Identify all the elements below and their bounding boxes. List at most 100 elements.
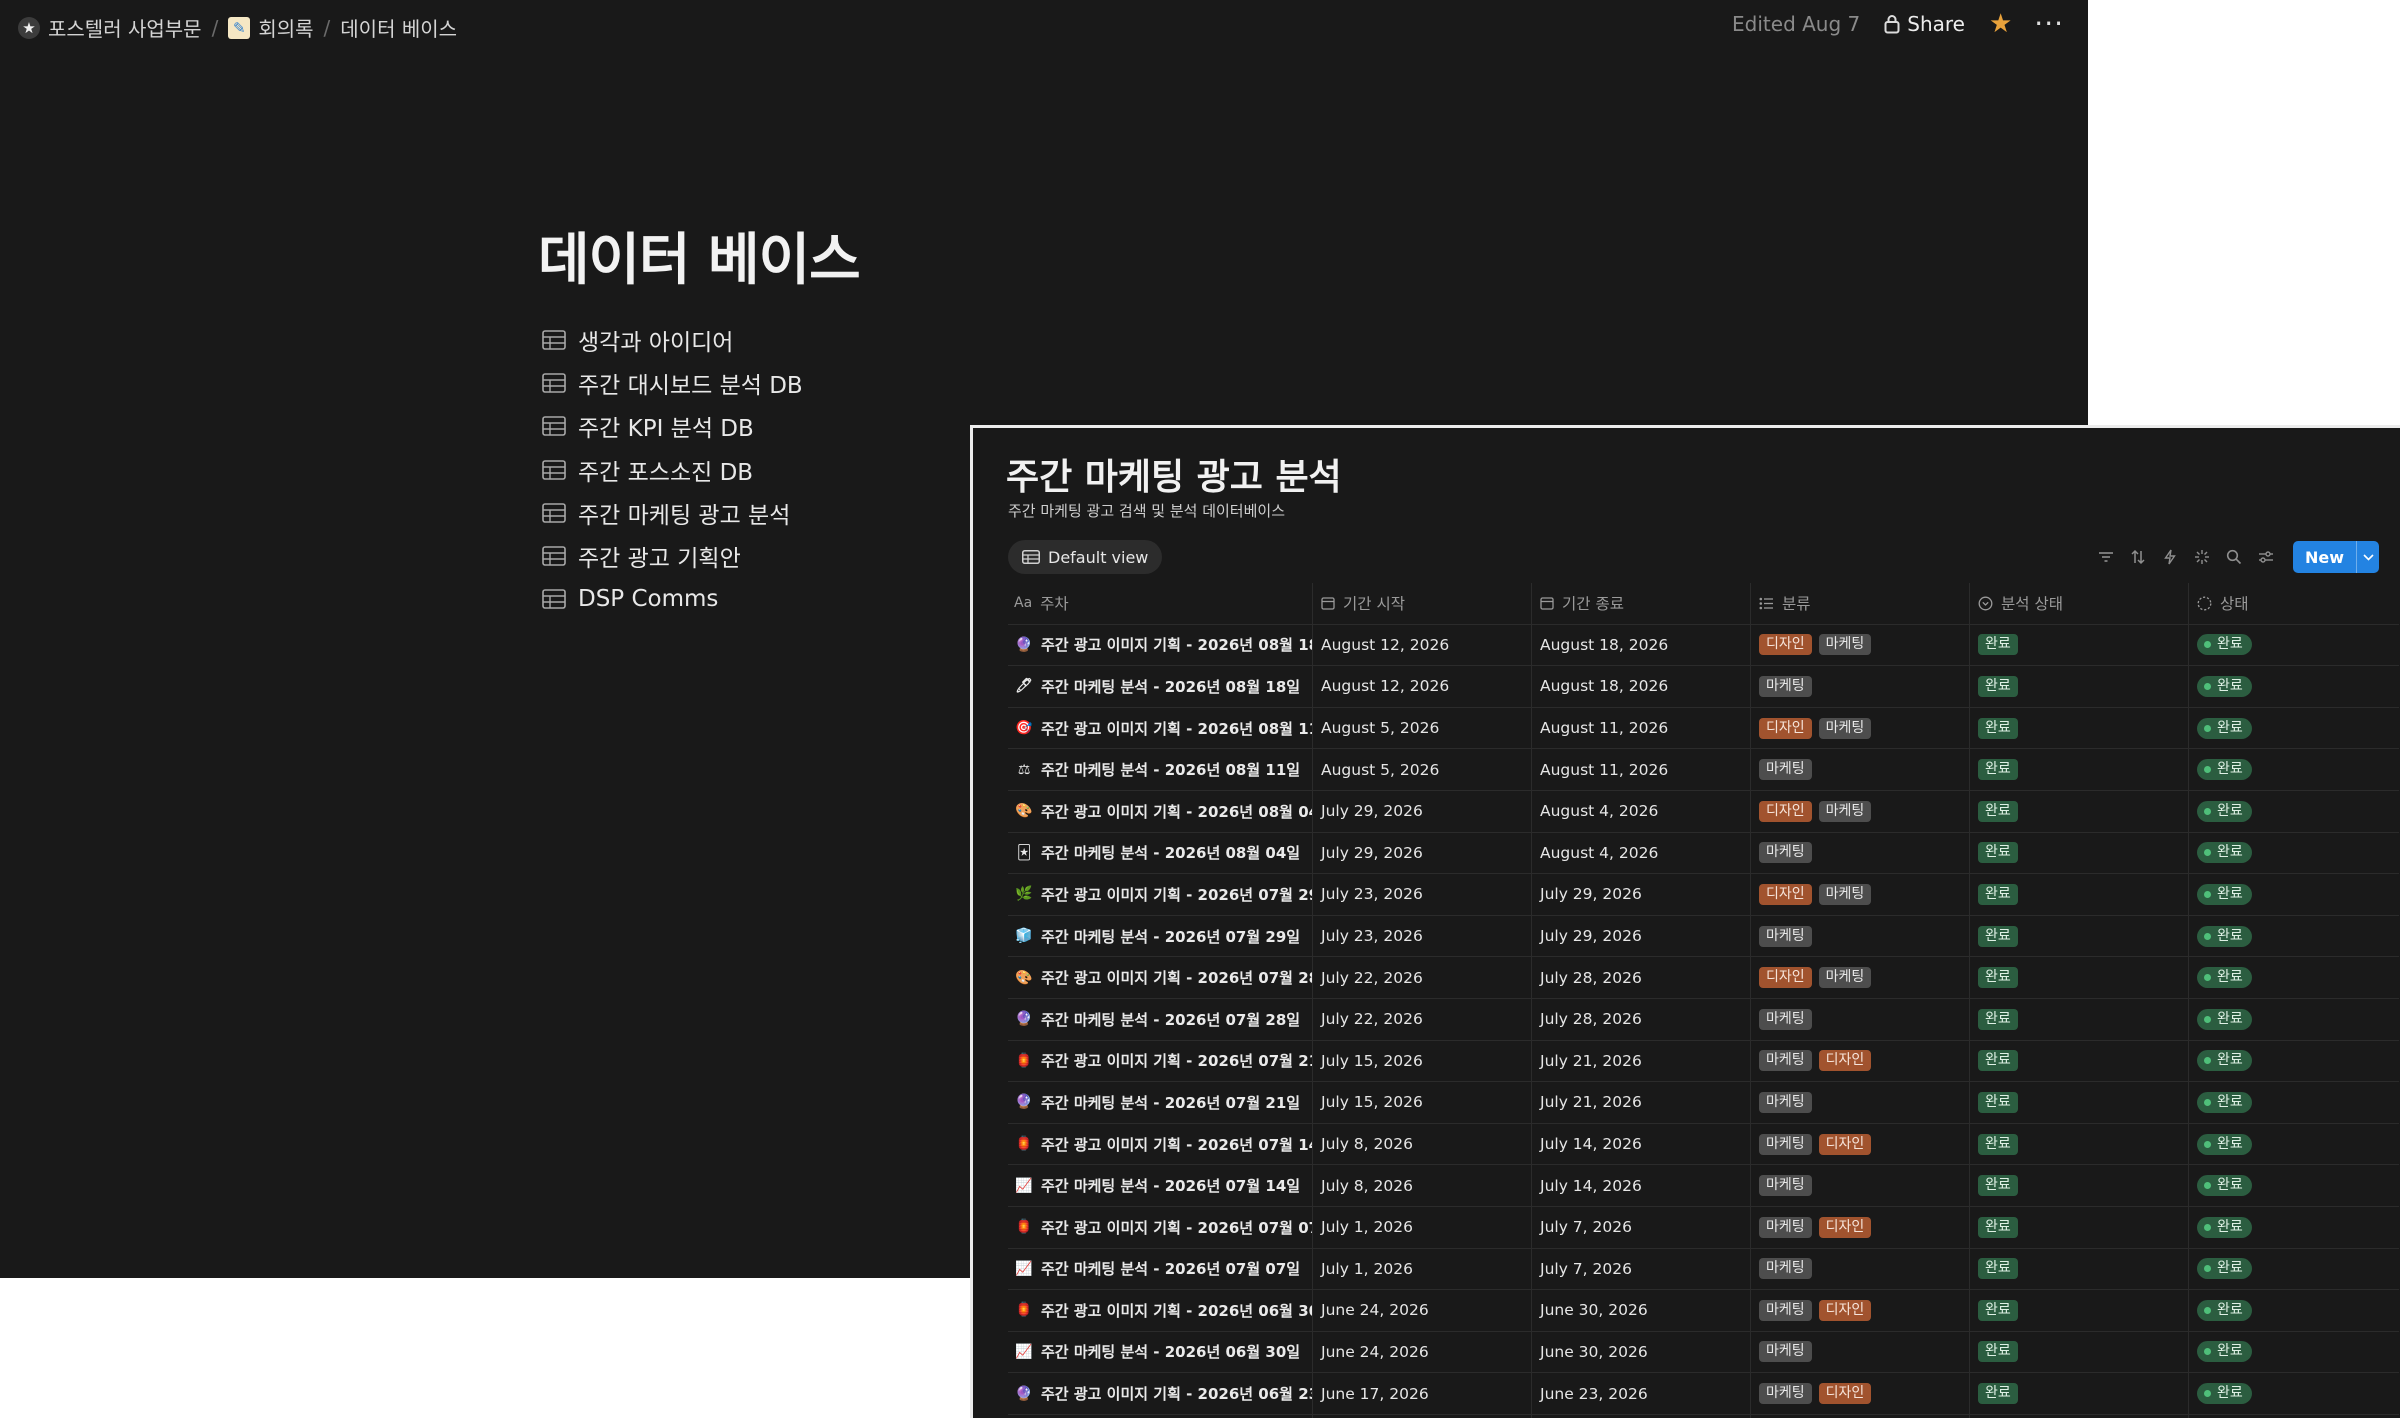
status-cell[interactable]: 완료 (2189, 1249, 2399, 1290)
sort-icon[interactable] (2129, 548, 2147, 566)
search-icon[interactable] (2225, 548, 2243, 566)
table-row[interactable]: 🏮 주간 광고 이미지 기획 - 2026년 07월 07일 July 1, 202… (1008, 1206, 2399, 1249)
end-date-cell[interactable]: June 30, 2026 (1532, 1331, 1751, 1373)
end-date-cell[interactable]: July 29, 2026 (1532, 874, 1751, 915)
end-date-cell[interactable]: July 14, 2026 (1532, 1165, 1751, 1206)
start-date-cell[interactable]: July 1, 2026 (1313, 1206, 1532, 1248)
column-header-end-date[interactable]: 기간 종료 (1532, 583, 1751, 624)
database-link[interactable]: 주간 마케팅 광고 분석 (542, 491, 803, 534)
category-cell[interactable]: 마케팅 (1751, 749, 1970, 790)
end-date-cell[interactable]: July 21, 2026 (1532, 1040, 1751, 1082)
category-cell[interactable]: 마케팅 (1751, 915, 1970, 957)
analysis-status-cell[interactable]: 완료 (1970, 1165, 2189, 1206)
table-row[interactable]: 🧊 주간 마케팅 분석 - 2026년 07월 29일 July 23, 2026 J… (1008, 915, 2399, 958)
end-date-cell[interactable]: August 4, 2026 (1532, 832, 1751, 874)
category-cell[interactable]: 마케팅 디자인 (1751, 1123, 1970, 1165)
end-date-cell[interactable]: July 21, 2026 (1532, 1082, 1751, 1123)
status-cell[interactable]: 완료 (2189, 1041, 2399, 1082)
column-header-category[interactable]: 분류 (1751, 583, 1970, 624)
view-settings-icon[interactable] (2257, 548, 2275, 566)
category-cell[interactable]: 마케팅 (1751, 1331, 1970, 1373)
end-date-cell[interactable]: August 11, 2026 (1532, 749, 1751, 790)
end-date-cell[interactable]: June 30, 2026 (1532, 1290, 1751, 1331)
status-cell[interactable]: 완료 (2189, 625, 2399, 666)
status-cell[interactable]: 완료 (2189, 833, 2399, 874)
category-cell[interactable]: 마케팅 디자인 (1751, 1290, 1970, 1331)
end-date-cell[interactable]: August 18, 2026 (1532, 624, 1751, 666)
status-cell[interactable]: 완료 (2189, 749, 2399, 790)
table-row[interactable]: 🔮 주간 마케팅 분석 - 2026년 07월 28일 July 22, 2026 J… (1008, 998, 2399, 1041)
end-date-cell[interactable]: July 28, 2026 (1532, 998, 1751, 1040)
start-date-cell[interactable]: June 24, 2026 (1313, 1290, 1532, 1331)
analysis-status-cell[interactable]: 완료 (1970, 707, 2189, 749)
row-title-cell[interactable]: 🏮 주간 광고 이미지 기획 - 2026년 06월 30일 (1008, 1290, 1313, 1331)
analysis-status-cell[interactable]: 완료 (1970, 1123, 2189, 1165)
table-row[interactable]: 📈 주간 마케팅 분석 - 2026년 06월 30일 June 24, 2026 J… (1008, 1331, 2399, 1374)
status-cell[interactable]: 완료 (2189, 1373, 2399, 1414)
analysis-status-cell[interactable]: 완료 (1970, 874, 2189, 915)
analysis-status-cell[interactable]: 완료 (1970, 624, 2189, 666)
database-link[interactable]: 주간 광고 기획안 (542, 534, 803, 577)
end-date-cell[interactable]: July 7, 2026 (1532, 1206, 1751, 1248)
analysis-status-cell[interactable]: 완료 (1970, 1290, 2189, 1331)
new-record-button[interactable]: New (2292, 541, 2379, 573)
ai-sparkle-icon[interactable] (2193, 548, 2211, 566)
analysis-status-cell[interactable]: 완료 (1970, 790, 2189, 832)
category-cell[interactable]: 마케팅 (1751, 998, 1970, 1040)
end-date-cell[interactable]: July 29, 2026 (1532, 915, 1751, 957)
analysis-status-cell[interactable]: 완료 (1970, 915, 2189, 957)
table-row[interactable]: 🔮 주간 광고 이미지 기획 - 2026년 06월 23일 June 17, 20… (1008, 1373, 2399, 1415)
status-cell[interactable]: 완료 (2189, 666, 2399, 707)
row-title-cell[interactable]: 🔮 주간 마케팅 분석 - 2026년 07월 28일 (1008, 998, 1313, 1040)
start-date-cell[interactable]: July 29, 2026 (1313, 790, 1532, 832)
database-link[interactable]: DSP Comms (542, 578, 803, 621)
row-title-cell[interactable]: 🎨 주간 광고 이미지 기획 - 2026년 08월 04일 (1008, 790, 1313, 832)
table-row[interactable]: 🎨 주간 광고 이미지 기획 - 2026년 07월 28일 July 22, 20… (1008, 957, 2399, 999)
breadcrumb-item-workspace[interactable]: ★ 포스텔러 사업부문 (18, 13, 202, 42)
end-date-cell[interactable]: July 28, 2026 (1532, 957, 1751, 998)
more-options-icon[interactable]: ··· (2034, 10, 2064, 38)
analysis-status-cell[interactable]: 완료 (1970, 998, 2189, 1040)
row-title-cell[interactable]: 🧊 주간 마케팅 분석 - 2026년 07월 29일 (1008, 915, 1313, 957)
end-date-cell[interactable]: July 7, 2026 (1532, 1248, 1751, 1290)
start-date-cell[interactable]: July 29, 2026 (1313, 832, 1532, 874)
start-date-cell[interactable]: June 17, 2026 (1313, 1373, 1532, 1414)
start-date-cell[interactable]: July 23, 2026 (1313, 915, 1532, 957)
analysis-status-cell[interactable]: 완료 (1970, 1331, 2189, 1373)
category-cell[interactable]: 디자인 마케팅 (1751, 874, 1970, 915)
start-date-cell[interactable]: July 8, 2026 (1313, 1165, 1532, 1206)
table-row[interactable]: 🏮 주간 광고 이미지 기획 - 2026년 07월 21일 July 15, 20… (1008, 1040, 2399, 1083)
start-date-cell[interactable]: July 15, 2026 (1313, 1040, 1532, 1082)
start-date-cell[interactable]: July 1, 2026 (1313, 1248, 1532, 1290)
row-title-cell[interactable]: 📈 주간 마케팅 분석 - 2026년 07월 07일 (1008, 1248, 1313, 1290)
favorite-star-icon[interactable]: ★ (1989, 11, 2012, 37)
breadcrumb-item-database[interactable]: 데이터 베이스 (340, 13, 457, 42)
start-date-cell[interactable]: August 12, 2026 (1313, 624, 1532, 666)
row-title-cell[interactable]: 🏮 주간 광고 이미지 기획 - 2026년 07월 07일 (1008, 1206, 1313, 1248)
category-cell[interactable]: 디자인 마케팅 (1751, 957, 1970, 998)
status-cell[interactable]: 완료 (2189, 1207, 2399, 1248)
table-row[interactable]: 🎯 주간 광고 이미지 기획 - 2026년 08월 11일 August 5, 2… (1008, 707, 2399, 750)
start-date-cell[interactable]: August 5, 2026 (1313, 707, 1532, 749)
chevron-down-icon[interactable] (2356, 541, 2379, 573)
table-row[interactable]: 🎨 주간 광고 이미지 기획 - 2026년 08월 04일 July 29, 20… (1008, 790, 2399, 833)
status-cell[interactable]: 완료 (2189, 916, 2399, 957)
database-link[interactable]: 주간 대시보드 분석 DB (542, 361, 803, 404)
start-date-cell[interactable]: July 15, 2026 (1313, 1082, 1532, 1123)
database-link[interactable]: 생각과 아이디어 (542, 318, 803, 361)
category-cell[interactable]: 디자인 마케팅 (1751, 707, 1970, 749)
status-cell[interactable]: 완료 (2189, 1165, 2399, 1206)
status-cell[interactable]: 완료 (2189, 957, 2399, 998)
table-row[interactable]: 🌿 주간 광고 이미지 기획 - 2026년 07월 29일 July 23, 20… (1008, 874, 2399, 916)
end-date-cell[interactable]: June 23, 2026 (1532, 1373, 1751, 1414)
row-title-cell[interactable]: 🌿 주간 광고 이미지 기획 - 2026년 07월 29일 (1008, 874, 1313, 915)
table-row[interactable]: 🔮 주간 광고 이미지 기획 - 2026년 08월 18일 August 12, … (1008, 624, 2399, 667)
status-cell[interactable]: 완료 (2189, 999, 2399, 1040)
column-header-week[interactable]: Aa 주차 (1008, 583, 1313, 624)
row-title-cell[interactable]: 📈 주간 마케팅 분석 - 2026년 06월 30일 (1008, 1331, 1313, 1373)
row-title-cell[interactable]: 🔮 주간 마케팅 분석 - 2026년 07월 21일 (1008, 1082, 1313, 1123)
category-cell[interactable]: 마케팅 (1751, 666, 1970, 707)
table-row[interactable]: 📈 주간 마케팅 분석 - 2026년 07월 07일 July 1, 2026 Ju… (1008, 1248, 2399, 1291)
analysis-status-cell[interactable]: 완료 (1970, 1040, 2189, 1082)
column-header-analysis-status[interactable]: 분석 상태 (1970, 583, 2189, 624)
